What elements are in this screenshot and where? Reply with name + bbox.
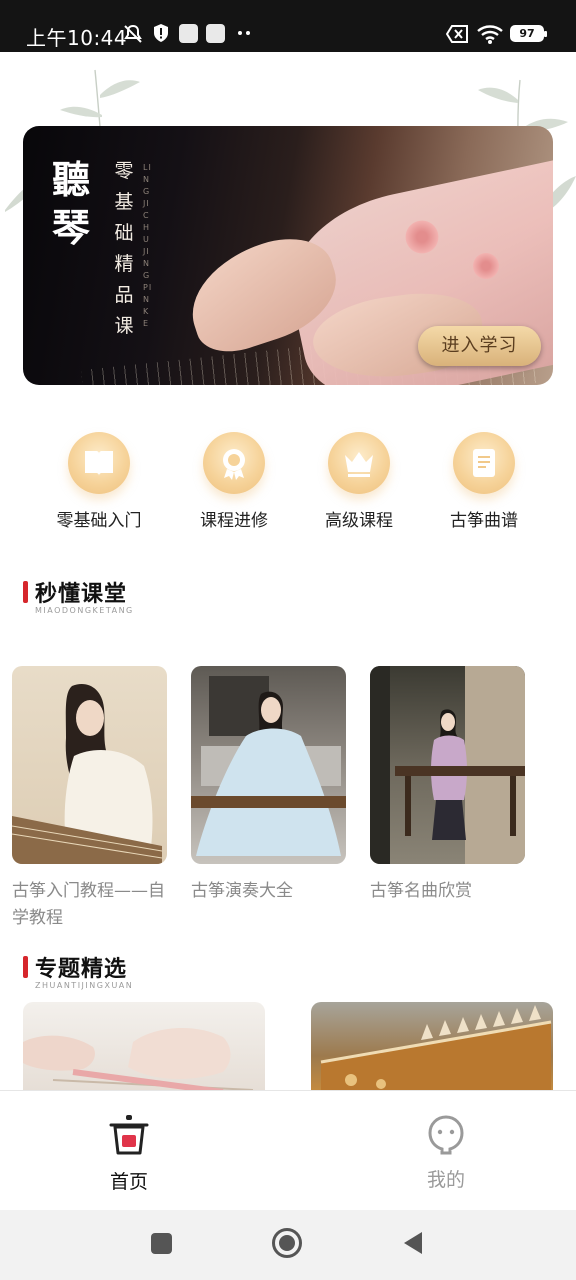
category-label: 高级课程 [325,511,393,531]
section-subtitle: MIAODONGKETANG [35,606,134,615]
recent-apps-button[interactable] [151,1233,172,1254]
home-button[interactable] [272,1228,302,1258]
category-label: 古筝曲谱 [450,511,518,531]
badge-medal-icon [203,432,265,494]
category-label: 零基础入门 [56,511,142,531]
tab-mine[interactable]: 我的 [386,1113,506,1192]
course-card[interactable]: 古筝入门教程——自学教程 [12,666,168,932]
system-navigation-bar [0,1210,576,1280]
app-square-icon [206,24,225,43]
more-dots-icon [237,25,251,45]
section-accent-bar [23,581,28,603]
topic-card[interactable] [23,1002,265,1092]
topic-card[interactable] [311,1002,553,1092]
hero-banner[interactable]: 聽琴 零基础精品课 LING JI CHU JING PIN KE 进入学习 [23,126,553,385]
banner-brand-title: 聽琴 [51,157,90,250]
course-title: 古筝演奏大全 [191,881,293,901]
course-title: 古筝入门教程——自学教程 [12,881,165,928]
category-sheet-music[interactable]: 古筝曲谱 [419,432,549,531]
section-subtitle: ZHUANTIJINGXUAN [35,981,134,990]
bottom-tab-bar: 首页 我的 [0,1090,576,1210]
alert-shield-icon [152,23,170,47]
crown-icon [328,432,390,494]
course-title: 古筝名曲欣赏 [370,881,472,901]
book-icon [68,432,130,494]
user-face-icon [428,1115,464,1155]
flower-embroidery [403,218,441,256]
category-label: 课程进修 [200,511,268,531]
course-thumbnail [370,666,525,864]
course-thumbnail [191,666,346,864]
banner-subtitle: 零基础精品课 [114,160,136,337]
category-beginner[interactable]: 零基础入门 [34,432,164,531]
home-button-dot [279,1235,295,1251]
tab-mine-label: 我的 [426,1169,465,1191]
back-button[interactable] [402,1230,424,1256]
banner-pinyin: LING JI CHU JING PIN KE [143,163,153,328]
tab-home-label: 首页 [109,1171,148,1193]
tab-home[interactable]: 首页 [69,1113,189,1194]
flower-embroidery [471,251,501,281]
section-title: 专题精选 [35,957,128,982]
course-card[interactable]: 古筝演奏大全 [191,666,347,905]
wifi-icon [476,23,504,49]
app-square-icon [179,24,198,43]
battery-icon: 97 [510,25,547,42]
section-accent-bar [23,956,28,978]
course-thumbnail [12,666,167,864]
topic-thumbnail [23,1027,254,1092]
topic-thumbnail [320,1005,552,1092]
mute-icon [122,23,144,49]
home-icon [109,1115,149,1155]
course-card[interactable]: 古筝名曲欣赏 [370,666,526,905]
category-advanced-study[interactable]: 课程进修 [169,432,299,531]
start-learning-button[interactable]: 进入学习 [418,326,541,366]
sheet-music-icon [453,432,515,494]
category-advanced-course[interactable]: 高级课程 [294,432,424,531]
status-bar: 上午10:44 97 [0,0,576,52]
section-title: 秒懂课堂 [35,582,128,607]
status-time: 上午10:44 [26,26,128,50]
no-sim-icon [445,25,468,47]
